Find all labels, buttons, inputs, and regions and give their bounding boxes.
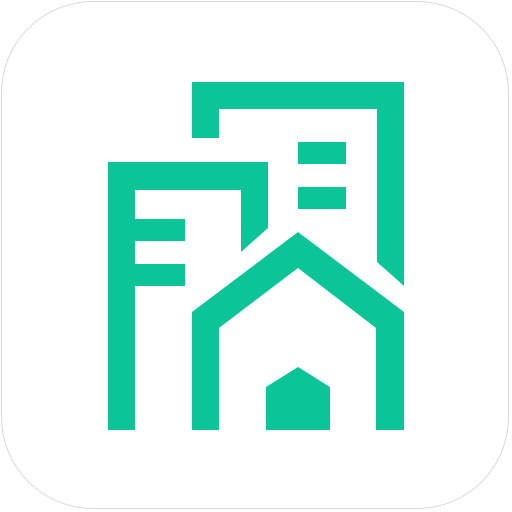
logo-shapes — [108, 82, 404, 430]
house-door — [266, 367, 330, 430]
back-building-window-bottom — [298, 187, 346, 209]
back-building-window-top — [298, 142, 346, 164]
buildings-home-logo-icon — [108, 82, 404, 430]
left-building-window-top — [135, 219, 185, 241]
left-building-window-bottom — [135, 264, 185, 286]
